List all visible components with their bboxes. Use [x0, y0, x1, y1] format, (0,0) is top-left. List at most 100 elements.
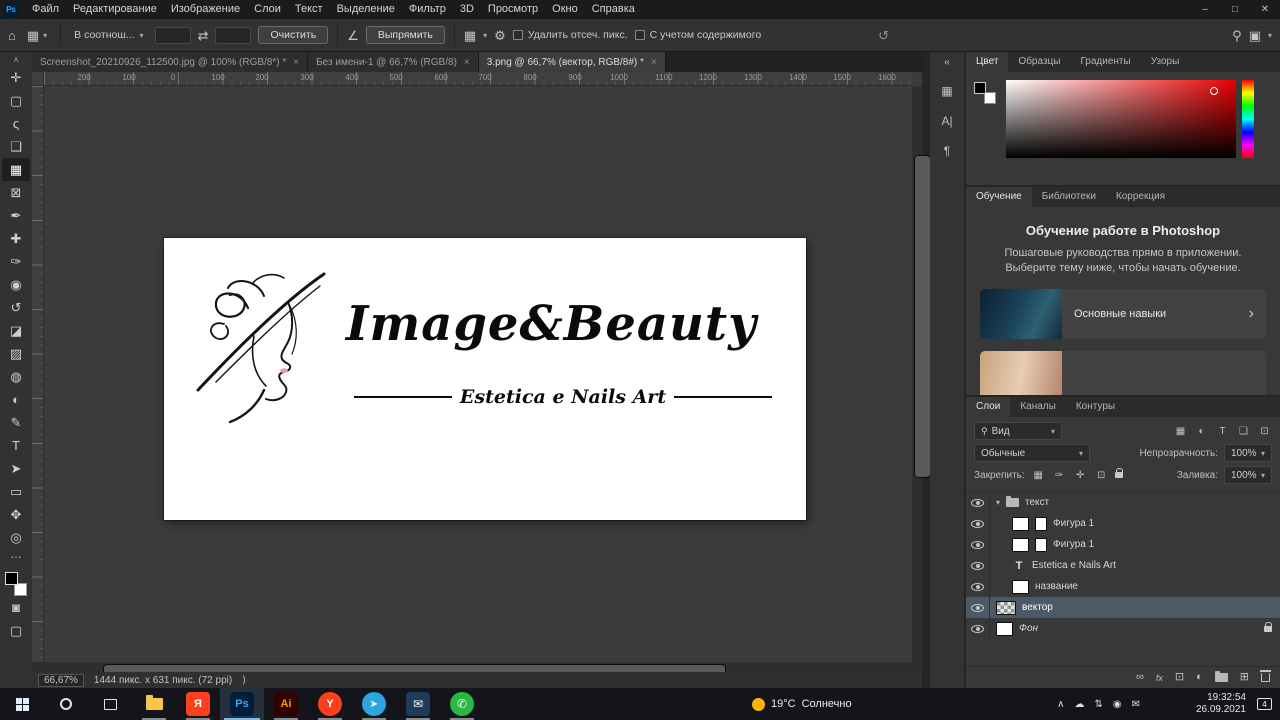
workspace-icon[interactable]: ▣	[1249, 29, 1261, 42]
vector-mask-thumbnail[interactable]	[1035, 537, 1047, 552]
tab-layers[interactable]: Слои	[966, 397, 1011, 417]
layer-thumbnail[interactable]	[1012, 579, 1029, 594]
hue-slider[interactable]	[1242, 80, 1254, 158]
filter-pixel-icon[interactable]: ▦	[1173, 426, 1188, 437]
weather-widget[interactable]: 19°C Солнечно	[752, 688, 852, 720]
layer-thumbnail[interactable]	[1012, 537, 1029, 552]
clear-button[interactable]: Очистить	[258, 26, 329, 44]
visibility-cell[interactable]	[966, 513, 990, 534]
opacity-field[interactable]: 100% ▾	[1224, 444, 1272, 462]
menu-view[interactable]: Просмотр	[481, 0, 545, 19]
start-button[interactable]	[0, 688, 44, 720]
close-tab-icon[interactable]: ×	[293, 57, 299, 68]
tool-lasso[interactable]: ς	[2, 112, 30, 135]
layer-row-shape1[interactable]: Фигура 1	[966, 513, 1280, 534]
restore-icon[interactable]: □	[1220, 0, 1250, 19]
menu-file[interactable]: Файл	[25, 0, 66, 19]
search-button[interactable]	[44, 688, 88, 720]
gear-icon[interactable]: ⚙	[494, 29, 506, 42]
tab-swatches[interactable]: Образцы	[1008, 52, 1070, 72]
tool-blur[interactable]: ◍	[2, 365, 30, 388]
layer-row-title[interactable]: название	[966, 576, 1280, 597]
new-group-icon[interactable]	[1214, 671, 1228, 682]
layer-name[interactable]: вектор	[1022, 602, 1053, 613]
tool-move[interactable]: ✛	[2, 66, 30, 89]
layer-thumbnail[interactable]	[996, 621, 1013, 636]
learn-card-basics[interactable]: Основные навыки ›	[980, 288, 1266, 339]
visibility-cell[interactable]	[966, 534, 990, 555]
tool-hand[interactable]: ✥	[2, 503, 30, 526]
menu-select[interactable]: Выделение	[330, 0, 402, 19]
visibility-cell[interactable]	[966, 492, 990, 513]
tool-eraser[interactable]: ◪	[2, 319, 30, 342]
lock-pixels-icon[interactable]: ✑	[1052, 470, 1067, 481]
tray-expand-icon[interactable]: ∧	[1057, 699, 1064, 710]
tool-pen[interactable]: ✎	[2, 411, 30, 434]
taskbar-whatsapp[interactable]: ✆	[440, 688, 484, 720]
tool-clone-stamp[interactable]: ◉	[2, 273, 30, 296]
layer-thumbnail[interactable]	[1012, 516, 1029, 531]
close-icon[interactable]: ✕	[1250, 0, 1280, 19]
group-expand-icon[interactable]: ▾	[996, 498, 1000, 507]
filter-smart-object-icon[interactable]: ⊡	[1257, 426, 1272, 437]
taskbar-telegram[interactable]: ➤	[352, 688, 396, 720]
crop-tool-preset[interactable]: ▦ ▾	[23, 27, 51, 44]
taskbar-yandex[interactable]: Я	[176, 688, 220, 720]
layer-row-type[interactable]: T Estetica e Nails Art	[966, 555, 1280, 576]
doc-tab-3png[interactable]: 3.png @ 66,7% (вектор, RGB/8#) * ×	[478, 52, 666, 72]
lock-position-icon[interactable]: ✛	[1073, 470, 1088, 481]
tool-gradient[interactable]: ▨	[2, 342, 30, 365]
foreground-color-swatch[interactable]	[5, 572, 18, 585]
layer-name[interactable]: название	[1035, 581, 1078, 592]
quick-mask-icon[interactable]: ◙	[2, 596, 30, 619]
tool-rectangular-marquee[interactable]: ▢	[2, 89, 30, 112]
filter-type-dropdown[interactable]: ⚲ Вид ▾	[974, 422, 1062, 440]
taskbar-explorer[interactable]	[132, 688, 176, 720]
layer-row-background[interactable]: Фон	[966, 618, 1280, 639]
tab-patterns[interactable]: Узоры	[1141, 52, 1190, 72]
taskbar-yandex-browser[interactable]: Y	[308, 688, 352, 720]
layer-row-group-text[interactable]: ▾ текст	[966, 492, 1280, 513]
menu-3d[interactable]: 3D	[453, 0, 481, 19]
cloud-icon[interactable]: ☁	[1074, 699, 1084, 710]
screen-mode-icon[interactable]: ▢	[2, 619, 30, 642]
add-mask-icon[interactable]: ⊡	[1175, 672, 1184, 683]
link-layers-icon[interactable]: ∞	[1136, 672, 1144, 683]
color-cursor[interactable]	[1210, 87, 1218, 95]
taskbar-illustrator[interactable]: Ai	[264, 688, 308, 720]
layer-name[interactable]: Фигура 1	[1053, 539, 1094, 550]
close-tab-icon[interactable]: ×	[651, 57, 657, 68]
home-icon[interactable]: ⌂	[8, 29, 16, 42]
reset-icon[interactable]: ↺	[878, 29, 889, 42]
tab-learn[interactable]: Обучение	[966, 187, 1032, 207]
layer-style-icon[interactable]: fx	[1156, 673, 1163, 683]
status-popup-icon[interactable]: ⟩	[242, 675, 246, 686]
tool-object-selection[interactable]: ❏	[2, 135, 30, 158]
tool-history-brush[interactable]: ↺	[2, 296, 30, 319]
crop-width-field[interactable]	[154, 26, 191, 44]
tool-type[interactable]: T	[2, 434, 30, 457]
zoom-level-field[interactable]: 66,67%	[38, 673, 84, 687]
chevron-down-icon[interactable]: ▾	[1268, 31, 1272, 40]
tab-paths[interactable]: Контуры	[1066, 397, 1125, 417]
foreground-background-swatches[interactable]	[974, 82, 996, 104]
paragraph-panel-icon[interactable]: ¶	[944, 144, 950, 158]
layer-thumbnail-transparent[interactable]	[996, 600, 1016, 615]
crop-ratio-dropdown[interactable]: В соотнош... ▾	[70, 27, 147, 43]
visibility-cell[interactable]	[966, 618, 990, 639]
scrollbar-thumb[interactable]	[914, 155, 931, 478]
tool-path-selection[interactable]: ➤	[2, 457, 30, 480]
eye-icon[interactable]	[971, 540, 984, 549]
notification-center[interactable]: 4	[1257, 688, 1272, 720]
tool-crop[interactable]: ▦	[2, 158, 30, 181]
layer-name[interactable]: Фигура 1	[1053, 518, 1094, 529]
filter-shape-icon[interactable]: ❏	[1236, 426, 1251, 437]
taskbar-clock[interactable]: 19:32:54 26.09.2021	[1196, 692, 1246, 716]
tab-channels[interactable]: Каналы	[1010, 397, 1066, 417]
tool-eyedropper[interactable]: ✒	[2, 204, 30, 227]
edit-toolbar-icon[interactable]: …	[10, 548, 22, 565]
menu-layers[interactable]: Слои	[247, 0, 288, 19]
layer-name[interactable]: Фон	[1019, 623, 1038, 634]
straighten-icon[interactable]: ∠	[347, 29, 359, 42]
minimize-icon[interactable]: –	[1190, 0, 1220, 19]
